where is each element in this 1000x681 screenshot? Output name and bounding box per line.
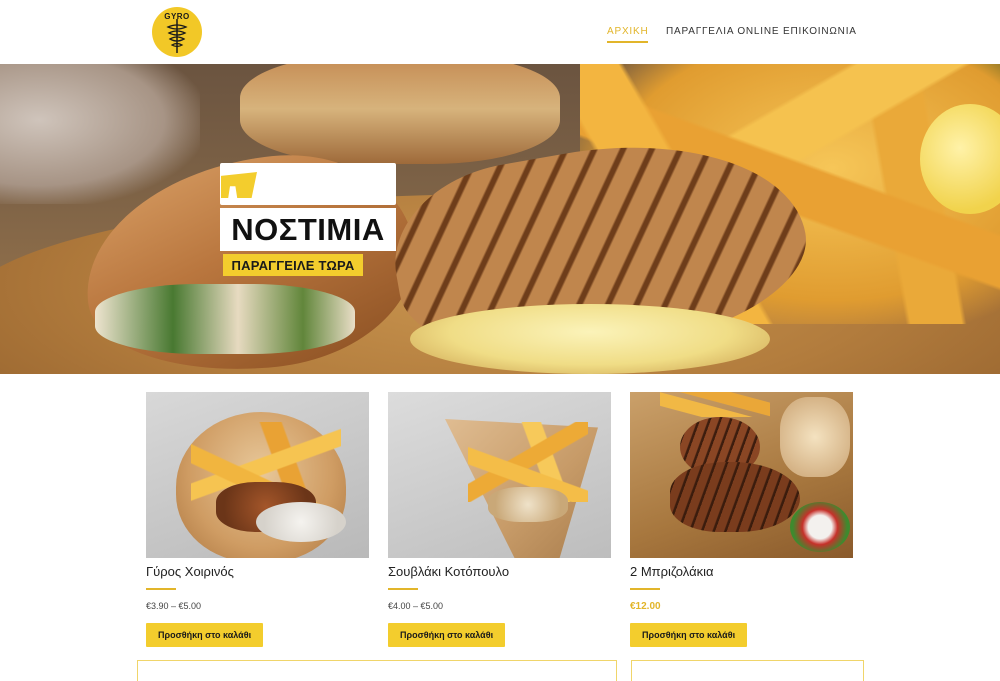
site-header: GYRO ΑΡΧΙΚΗ ΠΑΡΑΓΓΕΛΙΑ ONLINE ΕΠΙΚΟΙΝΩΝΙ… — [0, 0, 1000, 64]
order-now-button[interactable]: ΠΑΡΑΓΓΕΙΛΕ ΤΩΡΑ — [223, 254, 363, 276]
hero-background-bowl — [0, 64, 200, 204]
chops-salad-shape — [790, 502, 850, 552]
product-price: €4.00 – €5.00 — [388, 601, 444, 611]
nav-item-home[interactable]: ΑΡΧΙΚΗ — [607, 26, 649, 43]
product-card: Γύρος Χοιρινός €3.90 – €5.00 Προσθήκη στ… — [146, 392, 369, 647]
product-card: 2 Μπριζολάκια €12.00 Προσθήκη στο καλάθι — [630, 392, 853, 647]
hero-title: ΝΟΣΤΙΜΙΑ — [231, 211, 385, 247]
nav-item-order-online-label: ΠΑΡΑΓΓΕΛΙΑ ONLINE — [666, 26, 780, 37]
product-name[interactable]: 2 Μπριζολάκια — [630, 564, 853, 582]
chops-fries-shape — [660, 392, 770, 417]
product-price: €3.90 – €5.00 — [146, 601, 202, 611]
product-image-gyro-pork[interactable] — [146, 392, 369, 558]
souvlaki-chicken-shape — [488, 487, 568, 522]
nav-item-order-online[interactable]: ΠΑΡΑΓΓΕΛΙΑ ONLINE — [666, 26, 779, 37]
add-to-cart-button[interactable]: Προσθήκη στο καλάθι — [630, 623, 748, 647]
product-image-chicken-souvlaki[interactable] — [388, 392, 611, 558]
hero-sandwich-cheese — [410, 304, 770, 374]
nav-active-underline — [607, 41, 649, 43]
add-to-cart-button[interactable]: Προσθήκη στο καλάθι — [146, 623, 264, 647]
bottom-card — [631, 660, 864, 681]
nav-item-contact-label: ΕΠΙΚΟΙΝΩΝΙΑ — [783, 26, 857, 37]
bottom-card — [137, 660, 617, 681]
gyro-onion-shape — [256, 502, 346, 542]
add-to-cart-button[interactable]: Προσθήκη στο καλάθι — [388, 623, 506, 647]
hero-badge-mark-icon — [221, 172, 257, 198]
nav-item-home-label: ΑΡΧΙΚΗ — [607, 26, 649, 37]
product-divider — [146, 588, 176, 590]
product-divider — [630, 588, 660, 590]
product-image-pork-chops[interactable] — [630, 392, 853, 558]
nav-item-contact[interactable]: ΕΠΙΚΟΙΝΩΝΙΑ — [783, 26, 857, 37]
product-divider — [388, 588, 418, 590]
logo-text: GYRO — [164, 12, 190, 21]
main-nav: ΑΡΧΙΚΗ ΠΑΡΑΓΓΕΛΙΑ ONLINE ΕΠΙΚΟΙΝΩΝΙΑ — [0, 26, 1000, 46]
product-name[interactable]: Σουβλάκι Κοτόπουλο — [388, 564, 611, 582]
chops-pita-shape — [780, 397, 850, 477]
hero-sandwich-back — [240, 64, 560, 164]
hero-sandwich-left-filling — [95, 284, 355, 354]
chop-shape — [670, 462, 800, 532]
product-price: €12.00 — [630, 601, 661, 612]
product-name[interactable]: Γύρος Χοιρινός — [146, 564, 369, 582]
hero-banner — [0, 64, 1000, 374]
hero-title-box: ΝΟΣΤΙΜΙΑ — [220, 208, 396, 251]
product-card: Σουβλάκι Κοτόπουλο €4.00 – €5.00 Προσθήκ… — [388, 392, 611, 647]
